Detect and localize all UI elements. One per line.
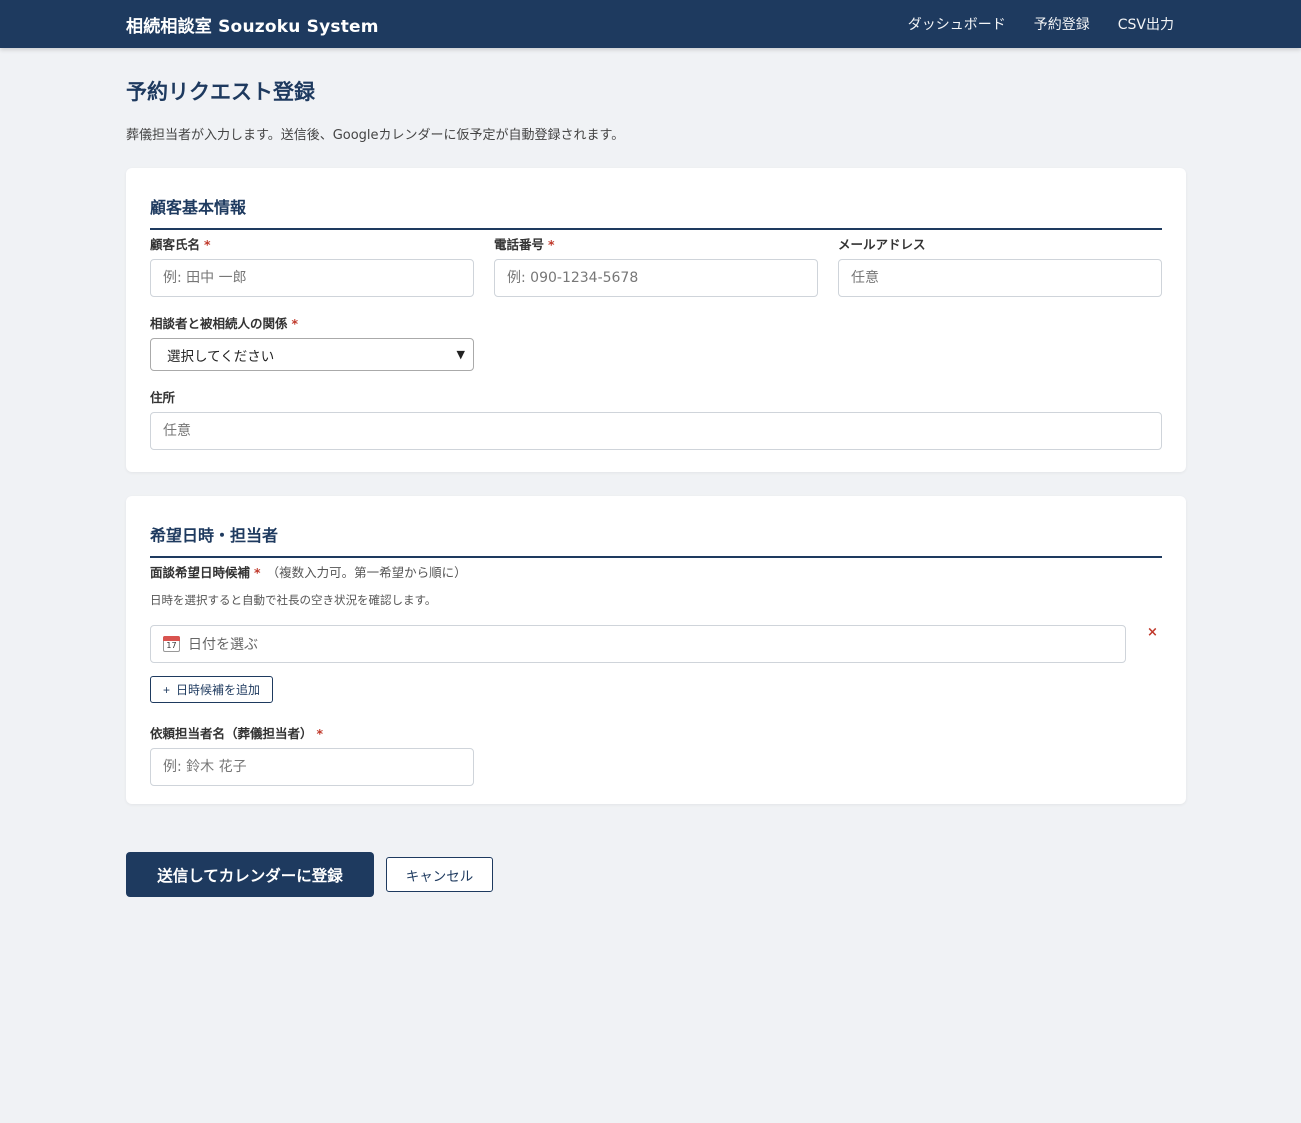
relationship-select[interactable]: 選択してください ▼ — [150, 338, 474, 371]
chevron-down-icon: ▼ — [456, 348, 465, 361]
brand-title[interactable]: 相続相談室 Souzoku System — [126, 12, 379, 37]
datetime-help-text: 日時を選択すると自動で社長の空き状況を確認します。 — [150, 593, 437, 607]
address-input[interactable] — [150, 412, 1162, 450]
staff-field: 依頼担当者名（葬儀担当者） * — [150, 723, 1162, 786]
address-label: 住所 — [150, 390, 176, 405]
customer-name-input[interactable] — [150, 259, 474, 297]
add-candidate-label: 日時候補を追加 — [176, 683, 261, 697]
email-input[interactable] — [838, 259, 1162, 297]
page-description: 葬儀担当者が入力します。送信後、Googleカレンダーに仮予定が自動登録されます… — [126, 128, 625, 143]
datetime-note: （複数入力可。第一希望から順に） — [266, 565, 467, 580]
nav-reservation[interactable]: 予約登録 — [1034, 14, 1090, 34]
datetime-label: 面談希望日時候補 — [150, 565, 251, 580]
datetime-candidate-row: 17 日付を選ぶ × — [150, 625, 1162, 663]
staff-label: 依頼担当者名（葬儀担当者） — [150, 726, 313, 741]
customer-name-label: 顧客氏名 — [150, 237, 201, 252]
required-mark: * — [548, 237, 555, 252]
plus-icon: + — [163, 682, 171, 697]
date-picker-placeholder: 日付を選ぶ — [188, 637, 258, 653]
customer-info-card: 顧客基本情報 顧客氏名* 電話番号* メールアドレス 相談者と被相続人の関係* … — [126, 168, 1186, 472]
customer-name-field: 顧客氏名 * — [150, 230, 474, 297]
submit-button[interactable]: 送信してカレンダーに登録 — [126, 852, 374, 897]
schedule-card: 希望日時・担当者 面談希望日時候補 * （複数入力可。第一希望から順に） 日時を選択… — [126, 496, 1186, 804]
required-mark: * — [254, 565, 261, 580]
required-mark: * — [291, 316, 299, 331]
relationship-label: 相談者と被相続人の関係 — [150, 316, 288, 331]
add-candidate-button[interactable]: + 日時候補を追加 — [150, 676, 274, 703]
phone-field: 電話番号 * — [494, 230, 818, 297]
calendar-icon: 17 — [163, 636, 180, 652]
email-label: メールアドレス — [838, 237, 926, 252]
email-field: メールアドレス — [838, 230, 1162, 297]
nav-csv-export[interactable]: CSV出力 — [1118, 14, 1174, 34]
required-mark: * — [204, 237, 211, 252]
relationship-field: 相談者と被相続人の関係 * 選択してください ▼ — [150, 313, 1162, 371]
phone-input[interactable] — [494, 259, 818, 297]
section-title-schedule: 希望日時・担当者 — [150, 522, 1162, 558]
form-actions: 送信してカレンダーに登録 キャンセル — [126, 852, 1186, 897]
top-navbar: 相続相談室 Souzoku System ダッシュボード 予約登録 CSV出力 — [0, 0, 1301, 48]
main-nav: ダッシュボード 予約登録 CSV出力 — [908, 14, 1176, 34]
staff-name-input[interactable] — [150, 748, 474, 786]
required-mark: * — [316, 726, 324, 741]
address-field: 住所 — [150, 387, 1162, 450]
relationship-selected-value: 選択してください — [167, 348, 275, 365]
date-picker-input[interactable]: 17 日付を選ぶ — [150, 625, 1126, 663]
section-title-customer: 顧客基本情報 — [150, 194, 1162, 230]
cancel-button[interactable]: キャンセル — [386, 857, 493, 892]
remove-candidate-icon[interactable]: × — [1147, 625, 1158, 640]
phone-label: 電話番号 — [494, 237, 545, 252]
page-title: 予約リクエスト登録 — [126, 80, 315, 104]
main-content: 予約リクエスト登録 葬儀担当者が入力します。送信後、Googleカレンダーに仮予… — [126, 76, 1186, 897]
nav-dashboard[interactable]: ダッシュボード — [908, 14, 1006, 34]
